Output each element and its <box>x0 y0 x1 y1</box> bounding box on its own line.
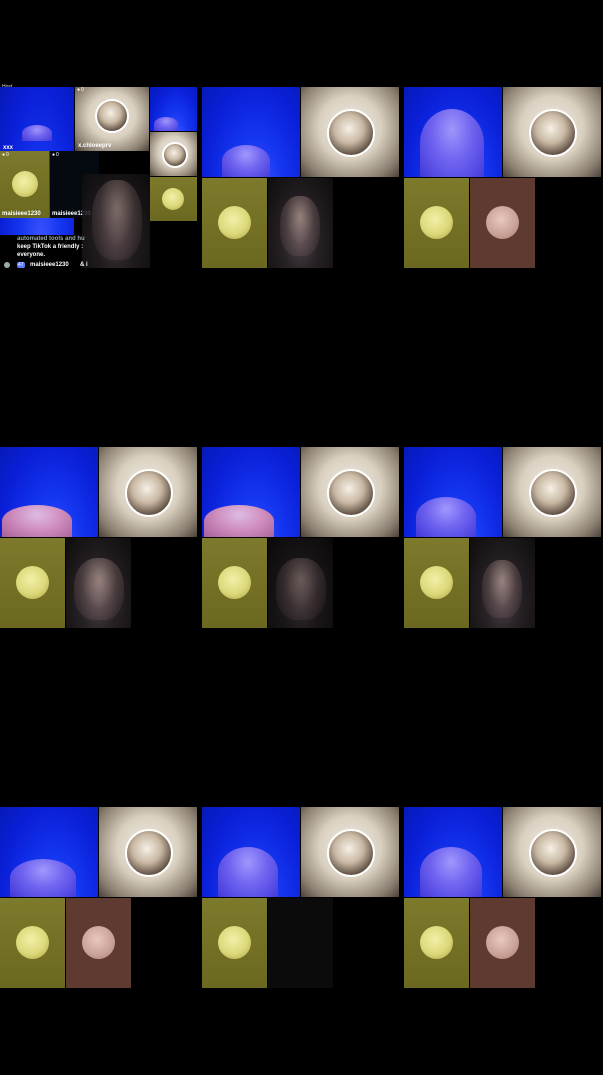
host-head <box>416 497 476 537</box>
host-video-tile[interactable] <box>202 807 300 897</box>
yellow-placeholder-icon <box>420 566 453 599</box>
guest-avatar-icon <box>529 829 577 877</box>
comment-user-level: 47 <box>17 262 25 268</box>
small-avatar-icon <box>162 142 188 168</box>
guest-video-tile[interactable] <box>503 447 601 537</box>
yellow-placeholder-icon <box>12 171 38 197</box>
live-frame-5 <box>202 447 400 628</box>
guest-video-tile[interactable] <box>99 807 197 897</box>
viewer-tile[interactable] <box>404 538 469 628</box>
viewer-tile[interactable] <box>0 538 65 628</box>
guest-avatar-icon <box>327 469 375 517</box>
comment-line-2: keep TikTok a friendly : <box>17 244 84 250</box>
guest-video-tile[interactable] <box>503 807 601 897</box>
overlay-video-face <box>82 174 150 268</box>
viewer-video-tile[interactable] <box>268 898 333 988</box>
host-head <box>420 847 482 897</box>
host-head <box>218 847 278 897</box>
guest-viewer-badge: 0 <box>77 87 84 93</box>
viewer-video-tile[interactable] <box>66 538 131 628</box>
comment-line-3: everyone. <box>17 252 46 258</box>
small-tile-beige[interactable] <box>150 132 197 176</box>
host-video-tile[interactable] <box>0 807 98 897</box>
face-silhouette <box>280 196 320 256</box>
viewer-tile-3[interactable]: 0 maisieee1230 <box>0 151 49 218</box>
guest-video-tile[interactable] <box>99 447 197 537</box>
host-video-tile[interactable] <box>0 447 98 537</box>
face-silhouette <box>74 558 124 620</box>
yellow-placeholder-icon <box>16 566 49 599</box>
host-head <box>420 109 484 177</box>
host-head <box>204 505 274 537</box>
small-tile-blue[interactable] <box>150 87 197 131</box>
viewer-tile[interactable] <box>202 538 267 628</box>
live-frame-3 <box>404 87 602 268</box>
guest-avatar-icon <box>327 109 375 157</box>
yellow-placeholder-icon <box>16 926 49 959</box>
guest-video-tile[interactable]: 0 x.chloeeprv <box>75 87 149 151</box>
yellow-placeholder-icon <box>218 566 251 599</box>
guest-video-tile[interactable] <box>301 87 399 177</box>
host-head <box>22 125 52 141</box>
host-head <box>2 505 72 537</box>
viewer-tile[interactable] <box>0 898 65 988</box>
pink-placeholder-icon <box>486 926 519 959</box>
comment-username-suffix: & i <box>80 262 88 268</box>
viewer-video-tile[interactable] <box>470 538 535 628</box>
live-frame-4 <box>0 447 198 628</box>
pink-placeholder-icon <box>486 206 519 239</box>
yellow-placeholder-icon <box>218 926 251 959</box>
viewer-tile[interactable] <box>202 178 267 268</box>
yellow-placeholder-icon <box>420 926 453 959</box>
host-head <box>222 145 270 177</box>
viewer-video-tile[interactable] <box>268 178 333 268</box>
host-video-tile[interactable] <box>404 87 502 177</box>
live-frame-7 <box>0 807 198 988</box>
comment-line-1: automated tools and hu <box>17 236 85 242</box>
host-video-tile[interactable] <box>404 447 502 537</box>
host-video-tile[interactable] <box>202 447 300 537</box>
viewer-tile[interactable] <box>470 178 535 268</box>
yellow-placeholder-icon <box>218 206 251 239</box>
host-head <box>10 859 76 897</box>
face-silhouette <box>482 560 522 618</box>
guest-avatar-icon <box>327 829 375 877</box>
guest-avatar-icon <box>529 469 577 517</box>
live-frame-1: Host xxx 0 x.chloeeprv 0 maisieee1230 0 … <box>0 84 198 268</box>
viewer-tile[interactable] <box>470 898 535 988</box>
guest-avatar-icon <box>125 469 173 517</box>
viewer-tile[interactable] <box>66 898 131 988</box>
viewer-video-tile[interactable] <box>268 538 333 628</box>
yellow-placeholder-icon <box>162 188 184 210</box>
face-silhouette <box>92 180 142 260</box>
live-frame-2 <box>202 87 400 268</box>
pink-placeholder-icon <box>82 926 115 959</box>
guest-name: x.chloeeprv <box>78 143 112 149</box>
small-tile-olive[interactable] <box>150 177 197 221</box>
live-frame-8 <box>202 807 400 988</box>
host-video-tile[interactable] <box>202 87 300 177</box>
guest-video-tile[interactable] <box>301 447 399 537</box>
small-tile-head <box>154 117 178 131</box>
comment-username: maisieee1230 <box>30 262 69 268</box>
face-silhouette <box>276 558 326 620</box>
live-frame-6 <box>404 447 602 628</box>
tile3-badge: 0 <box>2 152 9 158</box>
viewer-tile[interactable] <box>404 178 469 268</box>
host-video-tile[interactable] <box>404 807 502 897</box>
guest-video-tile[interactable] <box>301 807 399 897</box>
viewer-tile[interactable] <box>404 898 469 988</box>
tile3-name: maisieee1230 <box>2 211 41 217</box>
guest-video-tile[interactable] <box>503 87 601 177</box>
yellow-placeholder-icon <box>420 206 453 239</box>
guest-avatar-icon <box>95 99 129 133</box>
viewer-tile[interactable] <box>202 898 267 988</box>
live-frame-9 <box>404 807 602 988</box>
guest-avatar-icon <box>125 829 173 877</box>
tile4-badge: 0 <box>52 152 59 158</box>
guest-avatar-icon <box>529 109 577 157</box>
comment-user-avatar-icon <box>4 262 10 268</box>
